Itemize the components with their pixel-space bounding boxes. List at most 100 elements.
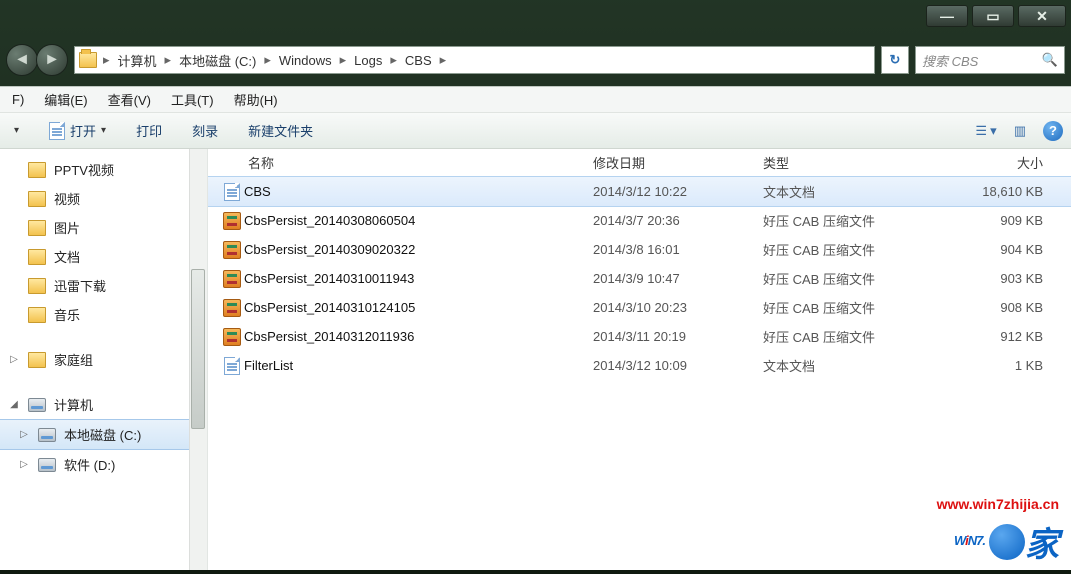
menu-tools[interactable]: 工具(T) [163,87,222,112]
sidebar-item[interactable]: PPTV视频 [0,155,207,184]
chevron-right-icon: ▸ [340,52,347,68]
organize-button[interactable]: ▾ [8,122,25,139]
navigation-pane: PPTV视频视频图片文档迅雷下载音乐 ▷ 家庭组 ◢ 计算机 ▷本地磁盘 (C:… [0,149,208,570]
nav-label: 软件 (D:) [64,455,115,474]
file-type: 好压 CAB 压缩文件 [763,269,933,288]
file-size: 18,610 KB [933,184,1071,199]
nav-homegroup[interactable]: ▷ 家庭组 [0,345,207,374]
file-name: CbsPersist_20140309020322 [244,242,593,257]
menu-view[interactable]: 查看(V) [100,87,159,112]
computer-icon [28,398,46,412]
preview-pane-button[interactable]: ▥ [1009,120,1031,142]
sidebar-item[interactable]: 视频 [0,184,207,213]
file-size: 1 KB [933,358,1071,373]
help-button[interactable]: ? [1043,121,1063,141]
file-date: 2014/3/12 10:22 [593,184,763,199]
burn-button[interactable]: 刻录 [186,118,224,143]
nav-label: 音乐 [54,305,80,324]
column-size[interactable]: 大小 [933,153,1071,172]
file-row[interactable]: CbsPersist_201403101241052014/3/10 20:23… [208,293,1071,322]
menu-help[interactable]: 帮助(H) [226,87,286,112]
chevron-down-icon: ▾ [14,125,19,136]
file-row[interactable]: CBS2014/3/12 10:22文本文档18,610 KB [208,177,1071,206]
file-row[interactable]: CbsPersist_201403090203222014/3/8 16:01好… [208,235,1071,264]
minimize-button[interactable]: — [926,5,968,27]
nav-computer[interactable]: ◢ 计算机 [0,390,207,419]
nav-label: PPTV视频 [54,160,114,179]
text-file-icon [224,357,240,375]
search-input[interactable]: 搜索 CBS 🔍 [915,46,1065,74]
sidebar-drive[interactable]: ▷ 软件 (D:) [0,450,207,479]
nav-label: 迅雷下载 [54,276,106,295]
breadcrumb-segment[interactable]: CBS [403,51,434,70]
archive-icon [223,212,241,230]
breadcrumb-segment[interactable]: Windows [277,51,334,70]
chevron-down-icon: ▾ [101,125,106,136]
column-name[interactable]: 名称 [248,153,593,172]
file-type: 好压 CAB 压缩文件 [763,240,933,259]
breadcrumb-segment[interactable]: 本地磁盘 (C:) [177,49,258,72]
nav-label: 家庭组 [54,350,93,369]
open-label: 打开 [70,121,96,140]
file-row[interactable]: CbsPersist_201403080605042014/3/7 20:36好… [208,206,1071,235]
file-list-pane: 名称 修改日期 类型 大小 CBS2014/3/12 10:22文本文档18,6… [208,149,1071,570]
scrollbar-thumb[interactable] [191,269,205,429]
file-size: 908 KB [933,300,1071,315]
chevron-down-icon: ▾ [990,123,997,139]
sidebar-item[interactable]: 迅雷下载 [0,271,207,300]
file-type: 文本文档 [763,356,933,375]
nav-back-button[interactable]: ◄ [6,44,38,76]
collapse-icon: ◢ [8,399,20,410]
sidebar-item[interactable]: 文档 [0,242,207,271]
library-icon [28,191,46,207]
file-size: 909 KB [933,213,1071,228]
column-type[interactable]: 类型 [763,153,933,172]
nav-forward-button[interactable]: ► [36,44,68,76]
menu-edit[interactable]: 编辑(E) [36,87,95,112]
sidebar-item[interactable]: 音乐 [0,300,207,329]
archive-icon [223,328,241,346]
expand-icon: ▷ [8,354,20,365]
drive-icon [38,428,56,442]
file-date: 2014/3/12 10:09 [593,358,763,373]
file-name: CbsPersist_20140312011936 [244,329,593,344]
close-button[interactable]: ✕ [1018,5,1066,27]
library-icon [28,162,46,178]
nav-label: 视频 [54,189,80,208]
file-type: 好压 CAB 压缩文件 [763,327,933,346]
document-icon [49,122,65,140]
archive-icon [223,270,241,288]
archive-icon [223,299,241,317]
file-date: 2014/3/11 20:19 [593,329,763,344]
address-bar[interactable]: ▸ 计算机 ▸ 本地磁盘 (C:) ▸ Windows ▸ Logs ▸ CBS… [74,46,875,74]
file-row[interactable]: CbsPersist_201403100119432014/3/9 10:47好… [208,264,1071,293]
file-size: 912 KB [933,329,1071,344]
print-button[interactable]: 打印 [130,118,168,143]
file-name: CbsPersist_20140310124105 [244,300,593,315]
nav-label: 图片 [54,218,80,237]
expand-icon: ▷ [18,459,30,470]
file-row[interactable]: FilterList2014/3/12 10:09文本文档1 KB [208,351,1071,380]
file-date: 2014/3/8 16:01 [593,242,763,257]
column-date[interactable]: 修改日期 [593,153,763,172]
breadcrumb-segment[interactable]: Logs [352,51,384,70]
breadcrumb-segment[interactable]: 计算机 [116,49,159,72]
sidebar-drive[interactable]: ▷本地磁盘 (C:) [0,419,207,450]
open-button[interactable]: 打开 ▾ [43,118,112,143]
menu-file[interactable]: F) [4,89,32,110]
new-folder-button[interactable]: 新建文件夹 [242,118,319,143]
sidebar-item[interactable]: 图片 [0,213,207,242]
nav-label: 计算机 [54,395,93,414]
library-icon [28,249,46,265]
menu-bar: F) 编辑(E) 查看(V) 工具(T) 帮助(H) [0,87,1071,113]
archive-icon [223,241,241,259]
chevron-right-icon: ▸ [264,52,271,68]
view-mode-button[interactable]: ☰ ▾ [975,120,997,142]
file-row[interactable]: CbsPersist_201403120119362014/3/11 20:19… [208,322,1071,351]
file-name: CBS [244,184,593,199]
nav-scrollbar[interactable] [189,149,207,570]
refresh-button[interactable]: ↻ [881,46,909,74]
column-headers: 名称 修改日期 类型 大小 [208,149,1071,177]
search-placeholder: 搜索 CBS [922,51,978,70]
maximize-button[interactable]: ▭ [972,5,1014,27]
